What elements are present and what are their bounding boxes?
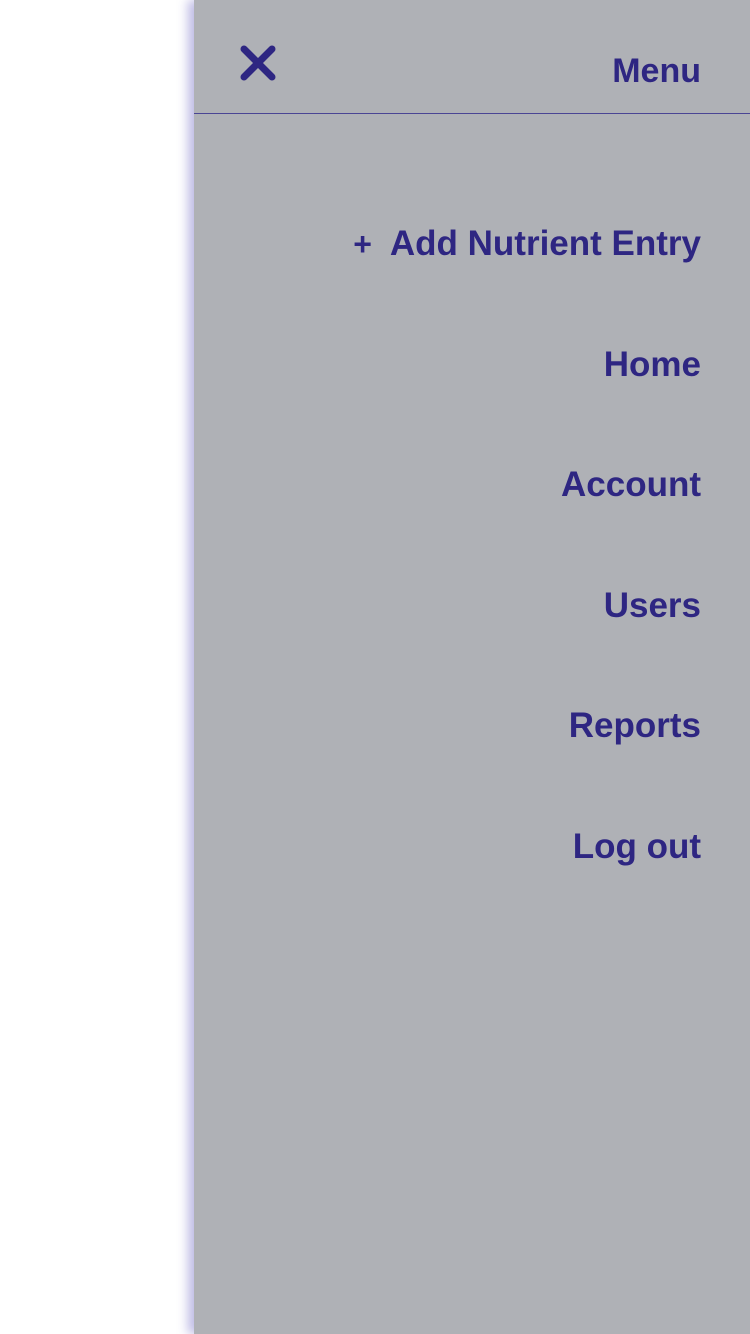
menu-item-label: Reports [568, 706, 701, 745]
menu-item-label: Users [603, 585, 701, 625]
menu-item-label: Add Nutrient Entry [389, 224, 701, 263]
menu-item-label: Account [561, 465, 701, 504]
menu-item-add-nutrient-entry[interactable]: + Add Nutrient Entry [194, 222, 701, 343]
menu-title: Menu [612, 52, 701, 90]
menu-item-label: Log out [572, 826, 701, 866]
menu-item-home[interactable]: Home [194, 343, 701, 464]
close-icon [240, 45, 276, 81]
menu-item-log-out[interactable]: Log out [194, 825, 701, 946]
drawer-header: Menu [194, 0, 750, 114]
menu-item-account[interactable]: Account [194, 463, 701, 584]
menu-item-users[interactable]: Users [194, 584, 701, 705]
close-button[interactable] [236, 42, 280, 86]
menu-item-label: Home [603, 344, 701, 384]
menu-item-reports[interactable]: Reports [194, 704, 701, 825]
side-menu-drawer: Menu + Add Nutrient Entry Home Account Us… [194, 0, 750, 1334]
menu-list: + Add Nutrient Entry Home Account Users R… [194, 222, 701, 945]
plus-icon: + [353, 226, 372, 262]
